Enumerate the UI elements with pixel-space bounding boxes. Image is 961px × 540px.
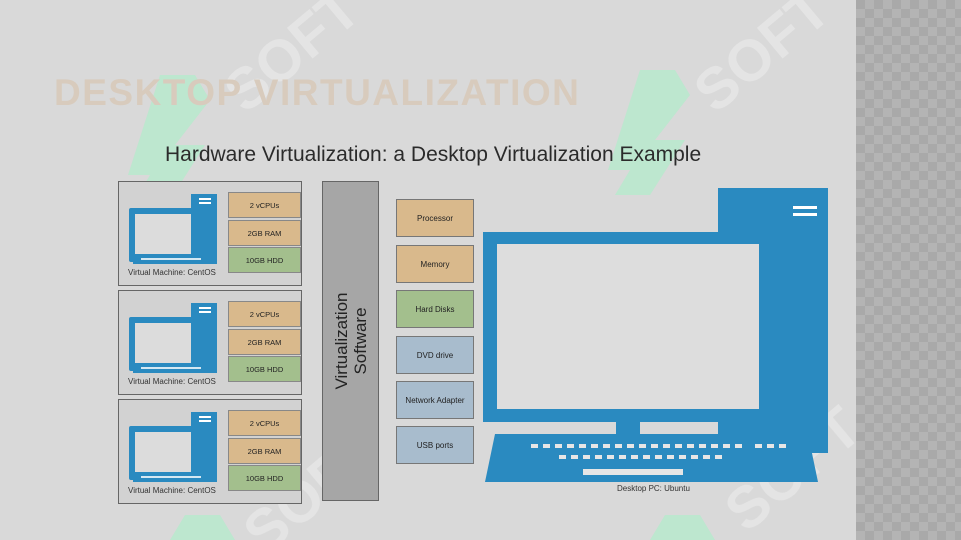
virtualization-software-layer: Virtualization Software [322, 181, 379, 501]
desktop-pc-icon [483, 188, 828, 482]
virtualization-label-line2: Software [350, 307, 370, 375]
monitor-icon [129, 303, 217, 373]
vm-caption: Virtual Machine: CentOS [128, 268, 216, 277]
ram-resource: 2GB RAM [228, 220, 301, 246]
vcpu-resource: 2 vCPUs [228, 192, 301, 218]
usb-ports-component: USB ports [396, 426, 474, 464]
desktop-caption: Desktop PC: Ubuntu [617, 484, 690, 493]
network-adapter-component: Network Adapter [396, 381, 474, 419]
slide-title: DESKTOP VIRTUALIZATION [54, 72, 581, 113]
virtual-machine-box: Virtual Machine: CentOS 2 vCPUs 2GB RAM … [118, 290, 302, 395]
hard-disks-component: Hard Disks [396, 290, 474, 328]
ram-resource: 2GB RAM [228, 329, 301, 355]
hdd-resource: 10GB HDD [228, 465, 301, 491]
dvd-drive-component: DVD drive [396, 336, 474, 374]
virtual-machine-box: Virtual Machine: CentOS 2 vCPUs 2GB RAM … [118, 399, 302, 504]
vcpu-resource: 2 vCPUs [228, 301, 301, 327]
vcpu-resource: 2 vCPUs [228, 410, 301, 436]
processor-component: Processor [396, 199, 474, 237]
hdd-resource: 10GB HDD [228, 247, 301, 273]
vm-caption: Virtual Machine: CentOS [128, 377, 216, 386]
slide: SOFT SOFT SOFT SOFT DESKTOP VIRTUALIZATI… [0, 0, 961, 540]
virtualization-label-line1: Virtualization [331, 292, 351, 390]
diagram-title: Hardware Virtualization: a Desktop Virtu… [165, 143, 702, 166]
vm-caption: Virtual Machine: CentOS [128, 486, 216, 495]
decorative-side-strip [856, 0, 961, 540]
watermark-text: SOFT [682, 0, 842, 125]
virtualization-label: Virtualization Software [323, 182, 378, 500]
hdd-resource: 10GB HDD [228, 356, 301, 382]
ram-resource: 2GB RAM [228, 438, 301, 464]
monitor-icon [129, 194, 217, 264]
memory-component: Memory [396, 245, 474, 283]
virtual-machine-box: Virtual Machine: CentOS 2 vCPUs 2GB RAM … [118, 181, 302, 286]
monitor-icon [129, 412, 217, 482]
